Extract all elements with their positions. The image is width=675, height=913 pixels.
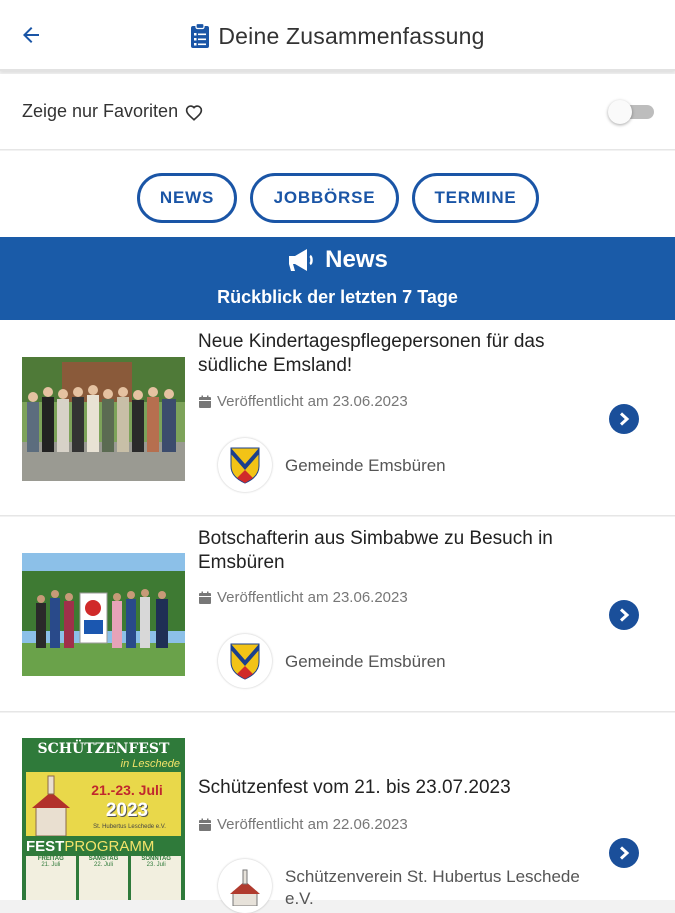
tab-news[interactable]: NEWS [137, 173, 237, 223]
poster-subtitle: in Leschede [120, 758, 180, 770]
chevron-right-icon [619, 412, 630, 426]
news-date: Veröffentlicht am 23.06.2023 [198, 393, 408, 410]
news-card[interactable]: Botschafterin aus Simbabwe zu Besuch in … [0, 517, 675, 712]
coat-of-arms-icon [230, 447, 260, 484]
category-tabs: NEWS JOBBÖRSE TERMINE [0, 151, 675, 237]
poster-program: FESTPROGRAMM [26, 838, 181, 856]
calendar-icon [199, 395, 211, 408]
tab-jobboerse[interactable]: JOBBÖRSE [250, 173, 399, 223]
org-logo [218, 859, 272, 913]
news-date: Veröffentlicht am 22.06.2023 [198, 816, 408, 833]
coat-of-arms-icon [230, 643, 260, 680]
chapel-logo-icon [230, 869, 260, 906]
news-poster: SCHÜTZENFEST in Leschede 21.-23. Juli 20… [22, 738, 185, 900]
calendar-icon [199, 818, 211, 831]
section-subtitle: Rückblick der letzten 7 Tage [217, 287, 458, 307]
chevron-right-icon [619, 846, 630, 860]
news-headline: Neue Kindertagespflegepersonen für das s… [198, 331, 545, 376]
open-news-button[interactable] [609, 600, 639, 630]
poster-day: FREITAG 21. Juli [26, 856, 76, 900]
section-title: News [325, 246, 388, 273]
heart-outline-icon [185, 104, 203, 121]
poster-club: St. Hubertus Leschede e.V. [93, 824, 166, 830]
open-news-button[interactable] [609, 404, 639, 434]
news-card[interactable]: Neue Kindertagespflegepersonen für das s… [0, 320, 675, 516]
org-name: Gemeinde Emsbüren [285, 652, 446, 671]
poster-day-date: 22. Juli [94, 862, 114, 868]
favorites-bar: Zeige nur Favoriten [0, 74, 675, 150]
toggle-knob [608, 100, 632, 124]
app-bar: Deine Zusammenfassung [0, 0, 675, 71]
clipboard-list-icon [191, 23, 210, 48]
open-news-button[interactable] [609, 838, 639, 868]
chevron-right-icon [619, 608, 630, 622]
org-name: Schützenverein St. Hubertus Leschede e.V… [285, 867, 580, 908]
favorites-label-text: Zeige nur Favoriten [22, 101, 179, 121]
news-card[interactable]: SCHÜTZENFEST in Leschede 21.-23. Juli 20… [0, 713, 675, 913]
poster-days: FREITAG 21. Juli SAMSTAG 22. Juli SONNTAG 2… [26, 856, 182, 900]
favorites-toggle[interactable] [608, 100, 654, 124]
news-headline: Schützenfest vom 21. bis 23.07.2023 [198, 777, 511, 798]
calendar-icon [199, 591, 211, 604]
news-thumbnail [22, 357, 185, 481]
news-date-text: Veröffentlicht am 22.06.2023 [217, 816, 408, 833]
poster-day-date: 21. Juli [41, 862, 61, 868]
org-logo [218, 438, 272, 492]
poster-day: SONNTAG 23. Juli [131, 856, 182, 900]
news-date-text: Veröffentlicht am 23.06.2023 [217, 589, 408, 606]
poster-title: SCHÜTZENFEST [37, 741, 170, 757]
poster-day: SAMSTAG 22. Juli [78, 856, 129, 900]
org-name: Gemeinde Emsbüren [285, 456, 446, 475]
news-date-text: Veröffentlicht am 23.06.2023 [217, 393, 408, 410]
poster-year: 2023 [105, 800, 149, 821]
page-title: Deine Zusammenfassung [218, 22, 485, 49]
org-logo [218, 634, 272, 688]
poster-program-a: FEST [26, 838, 65, 855]
news-thumbnail [22, 553, 185, 676]
favorites-filter-label: Zeige nur Favoriten [22, 101, 204, 122]
news-headline: Botschafterin aus Simbabwe zu Besuch in … [198, 528, 553, 573]
tab-termine[interactable]: TERMINE [412, 173, 539, 223]
poster-program-b: PROGRAMM [64, 838, 155, 855]
news-date: Veröffentlicht am 23.06.2023 [198, 589, 408, 606]
section-banner: News Rückblick der letzten 7 Tage [0, 237, 675, 320]
megaphone-icon [289, 249, 313, 271]
poster-day-date: 23. Juli [146, 862, 166, 868]
poster-dates: 21.-23. Juli [91, 782, 163, 798]
